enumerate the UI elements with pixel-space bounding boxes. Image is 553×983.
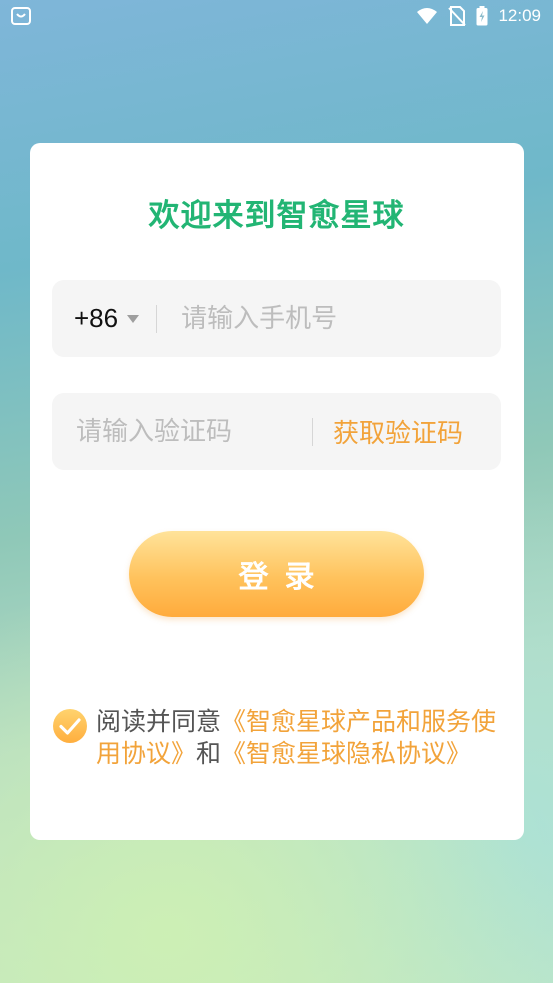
code-field-container: 获取验证码 bbox=[52, 393, 501, 470]
field-divider bbox=[156, 304, 158, 333]
country-code-label: +86 bbox=[74, 303, 119, 333]
agreement-prefix: 阅读并同意 bbox=[96, 707, 222, 736]
agreement-row: 阅读并同意《智愈星球产品和服务使用协议》和《智愈星球隐私协议》 bbox=[52, 706, 502, 770]
privacy-agreement-link[interactable]: 《智愈星球隐私协议》 bbox=[221, 739, 471, 768]
wifi-icon bbox=[416, 7, 438, 25]
phone-input[interactable] bbox=[181, 303, 482, 334]
phone-field-container: +86 bbox=[52, 280, 501, 357]
verification-code-input[interactable] bbox=[76, 416, 286, 447]
get-code-button[interactable]: 获取验证码 bbox=[333, 413, 463, 450]
field-divider bbox=[312, 417, 313, 446]
app-notification-icon bbox=[10, 6, 32, 26]
checkbox-checked-icon[interactable] bbox=[52, 708, 88, 744]
battery-charging-icon bbox=[476, 6, 488, 26]
login-button[interactable]: 登录 bbox=[129, 531, 424, 617]
agreement-conjunction: 和 bbox=[196, 739, 222, 768]
caret-down-icon bbox=[126, 314, 140, 324]
status-time: 12:09 bbox=[498, 6, 541, 25]
country-code-selector[interactable]: +86 bbox=[74, 303, 140, 334]
page-title: 欢迎来到智愈星球 bbox=[148, 198, 405, 234]
status-bar: 12:09 bbox=[0, 0, 553, 32]
no-sim-icon bbox=[448, 6, 467, 26]
agreement-text: 阅读并同意《智愈星球产品和服务使用协议》和《智愈星球隐私协议》 bbox=[96, 706, 502, 770]
